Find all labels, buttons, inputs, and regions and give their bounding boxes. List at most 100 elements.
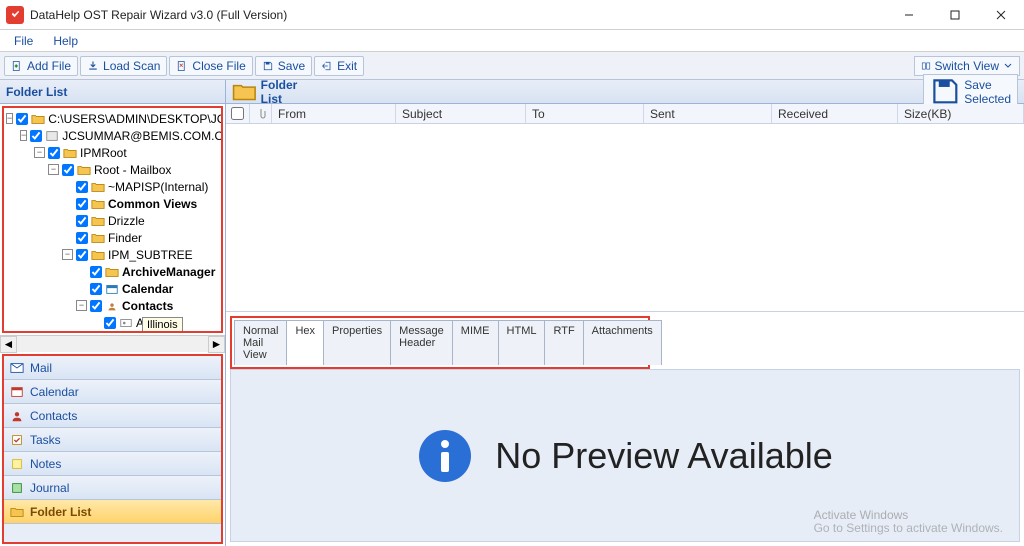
tree-row-contacts[interactable]: − Contacts (4, 297, 221, 314)
tab-html[interactable]: HTML (498, 320, 546, 365)
tree-row-arkansas[interactable]: Arkansas (4, 331, 221, 333)
contact-card-icon (119, 317, 133, 329)
column-size[interactable]: Size(KB) (898, 104, 1024, 123)
tree-row-account[interactable]: − JCSUMMAR@BEMIS.COM.OST (4, 127, 221, 144)
close-button[interactable] (978, 0, 1024, 30)
right-panel-title: Folder List (261, 78, 298, 106)
nav-calendar[interactable]: Calendar (4, 380, 221, 404)
collapse-icon[interactable]: − (6, 113, 13, 124)
tree-row-root-mailbox[interactable]: − Root - Mailbox (4, 161, 221, 178)
tree-checkbox[interactable] (62, 164, 74, 176)
tree-checkbox[interactable] (90, 283, 102, 295)
exit-button[interactable]: Exit (314, 56, 364, 76)
nav-contacts[interactable]: Contacts (4, 404, 221, 428)
nav-folder-list[interactable]: Folder List (4, 500, 221, 524)
ost-file-icon (45, 130, 59, 142)
save-label: Save (278, 59, 305, 73)
calendar-icon (105, 283, 119, 295)
column-subject[interactable]: Subject (396, 104, 526, 123)
attachment-icon (256, 108, 266, 120)
tree-row-root[interactable]: − C:\USERS\ADMIN\DESKTOP\JCSUMMAR@B (4, 110, 221, 127)
collapse-icon[interactable]: − (34, 147, 45, 158)
menubar: File Help (0, 30, 1024, 52)
column-received[interactable]: Received (772, 104, 898, 123)
minimize-button[interactable] (886, 0, 932, 30)
scroll-left-icon[interactable]: ◄ (0, 336, 17, 353)
nav-tasks[interactable]: Tasks (4, 428, 221, 452)
column-checkbox[interactable] (226, 104, 250, 123)
mail-icon (10, 361, 24, 375)
preview-tabs-highlight: Normal Mail View Hex Properties Message … (230, 316, 650, 369)
tree-checkbox[interactable] (90, 266, 102, 278)
tab-properties[interactable]: Properties (323, 320, 391, 365)
tree-row-archive-manager[interactable]: ArchiveManager (4, 263, 221, 280)
tree-label: Contacts (122, 299, 173, 313)
tree-checkbox[interactable] (76, 181, 88, 193)
preview-message: No Preview Available (495, 435, 833, 477)
nav-notes[interactable]: Notes (4, 452, 221, 476)
tree-checkbox[interactable] (76, 249, 88, 261)
nav-journal[interactable]: Journal (4, 476, 221, 500)
windows-watermark: Activate Windows Go to Settings to activ… (814, 509, 1003, 535)
tab-hex[interactable]: Hex (286, 320, 324, 365)
tab-message-header[interactable]: Message Header (390, 320, 453, 365)
tree-label: Calendar (122, 282, 173, 296)
tree-checkbox[interactable] (30, 130, 42, 142)
scroll-right-icon[interactable]: ► (208, 336, 225, 353)
maximize-button[interactable] (932, 0, 978, 30)
tree-hscrollbar[interactable]: ◄ ► (0, 335, 225, 352)
tree-row-calendar[interactable]: Calendar (4, 280, 221, 297)
tree-row-drizzle[interactable]: Drizzle (4, 212, 221, 229)
add-file-button[interactable]: Add File (4, 56, 78, 76)
tree-row-common-views[interactable]: Common Views (4, 195, 221, 212)
info-icon (417, 428, 473, 484)
tree-checkbox[interactable] (76, 215, 88, 227)
tree-row-mapisp[interactable]: ~MAPISP(Internal) (4, 178, 221, 195)
tab-mime[interactable]: MIME (452, 320, 499, 365)
tree-label: IPMRoot (80, 146, 127, 160)
tree-row-ipm-subtree[interactable]: − IPM_SUBTREE (4, 246, 221, 263)
switch-view-button[interactable]: Switch View (914, 56, 1020, 76)
nav-label: Notes (30, 457, 61, 471)
tree-checkbox[interactable] (16, 113, 28, 125)
tree-row-ipmroot[interactable]: − IPMRoot (4, 144, 221, 161)
column-sent[interactable]: Sent (644, 104, 772, 123)
tab-rtf[interactable]: RTF (544, 320, 583, 365)
collapse-icon[interactable]: − (76, 300, 87, 311)
menu-help[interactable]: Help (45, 32, 86, 50)
watermark-title: Activate Windows (814, 509, 1003, 522)
column-attachment[interactable] (250, 104, 272, 123)
select-all-checkbox[interactable] (231, 107, 244, 120)
tree-checkbox[interactable] (76, 232, 88, 244)
tree-checkbox[interactable] (48, 147, 60, 159)
folder-tree[interactable]: − C:\USERS\ADMIN\DESKTOP\JCSUMMAR@B − JC… (2, 106, 223, 333)
folder-icon (31, 113, 45, 125)
tree-checkbox[interactable] (90, 300, 102, 312)
menu-file[interactable]: File (6, 32, 41, 50)
collapse-icon[interactable]: − (20, 130, 27, 141)
tree-checkbox[interactable] (76, 198, 88, 210)
tree-label: JCSUMMAR@BEMIS.COM.OST (62, 129, 223, 143)
tree-row-adm[interactable]: ADM (4, 314, 221, 331)
right-panel-header: Folder List Save Selected (226, 80, 1024, 104)
folder-icon (91, 198, 105, 210)
tab-normal-mail-view[interactable]: Normal Mail View (234, 320, 287, 365)
load-scan-button[interactable]: Load Scan (80, 56, 167, 76)
tab-attachments[interactable]: Attachments (583, 320, 662, 365)
folder-icon (232, 81, 257, 103)
tree-checkbox[interactable] (104, 317, 116, 329)
nav-label: Tasks (30, 433, 61, 447)
window-controls (886, 0, 1024, 30)
watermark-sub: Go to Settings to activate Windows. (814, 522, 1003, 535)
nav-mail[interactable]: Mail (4, 356, 221, 380)
collapse-icon[interactable]: − (48, 164, 59, 175)
column-to[interactable]: To (526, 104, 644, 123)
window-title: DataHelp OST Repair Wizard v3.0 (Full Ve… (30, 8, 886, 22)
tree-label: ~MAPISP(Internal) (108, 180, 208, 194)
close-file-button[interactable]: Close File (169, 56, 252, 76)
column-from[interactable]: From (272, 104, 396, 123)
save-button[interactable]: Save (255, 56, 312, 76)
collapse-icon[interactable]: − (62, 249, 73, 260)
tree-row-finder[interactable]: Finder (4, 229, 221, 246)
nav-label: Mail (30, 361, 52, 375)
